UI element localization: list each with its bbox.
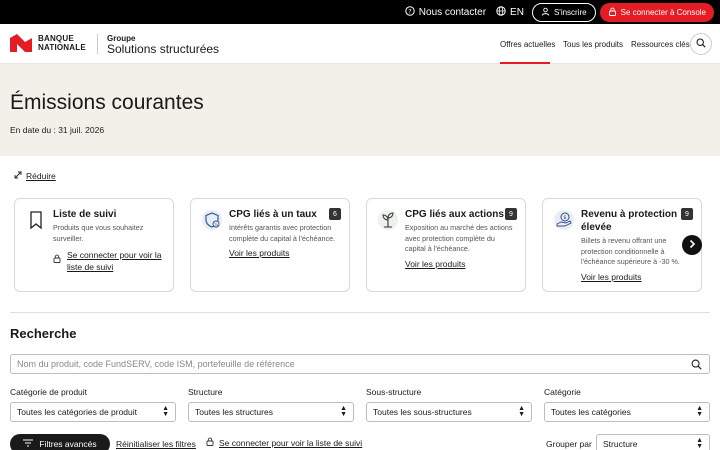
date-label: En date du : 31 juil. 2026	[10, 125, 105, 135]
globe-icon	[496, 5, 506, 19]
filter-sliders-icon	[23, 439, 34, 449]
filter-label-categorie: Catégorie	[544, 387, 581, 397]
group-title: Groupe Solutions structurées	[107, 34, 220, 56]
shield-icon: %	[201, 209, 223, 231]
advanced-filters-button[interactable]: Filtres avancés	[10, 434, 110, 450]
card-link-label: Se connecter pour voir la liste de suivi	[67, 250, 162, 272]
select-structure[interactable]: Toutes les structures ▲ ▼	[188, 402, 354, 422]
lock-icon	[53, 252, 61, 273]
card-description: Produits que vous souhaitez surveiller.	[53, 223, 144, 243]
sort-arrows-icon: ▲ ▼	[340, 405, 347, 418]
search-section-title: Recherche	[10, 326, 77, 341]
collapse-toggle[interactable]: Réduire	[14, 171, 56, 181]
sort-arrows-icon: ▲ ▼	[518, 405, 525, 418]
collapse-arrows-icon	[14, 171, 22, 181]
card-title: CPG liés aux actions	[405, 209, 504, 220]
watchlist-login-link[interactable]: Se connecter pour voir la liste de suivi	[206, 437, 362, 448]
select-value: Structure	[603, 439, 638, 449]
svg-text:$: $	[563, 215, 566, 221]
advanced-filters-label: Filtres avancés	[39, 439, 97, 449]
select-value: Toutes les catégories	[551, 407, 631, 417]
card-products-link[interactable]: Voir les produits	[581, 271, 641, 283]
watchlist-login-label: Se connecter pour voir la liste de suivi	[219, 437, 363, 448]
sort-arrows-icon: ▲ ▼	[696, 405, 703, 418]
select-categorie-produit[interactable]: Toutes les catégories de produit ▲ ▼	[10, 402, 176, 422]
filter-label-structure: Structure	[188, 387, 223, 397]
collapse-label: Réduire	[26, 171, 56, 181]
card-revenu-protection: $ Revenu à protection élevée 9 Billets à…	[542, 198, 702, 292]
signup-button[interactable]: S'inscrire	[531, 2, 596, 22]
search-placeholder: Nom du produit, code FundSERV, code ISM,…	[17, 359, 295, 369]
main-header: BANQUE NATIONALE Groupe Solutions struct…	[0, 24, 720, 64]
card-description: Exposition au marché des actions avec pr…	[405, 223, 513, 253]
product-count-badge: 9	[681, 208, 693, 220]
product-search-input[interactable]: Nom du produit, code FundSERV, code ISM,…	[10, 354, 710, 374]
select-value: Toutes les catégories de produit	[17, 407, 138, 417]
user-icon	[541, 7, 550, 18]
money-hand-icon: $	[553, 209, 575, 231]
card-products-link[interactable]: Voir les produits	[229, 247, 289, 259]
nav-tous-les-produits[interactable]: Tous les produits	[563, 24, 623, 64]
product-count-badge: 9	[505, 208, 517, 220]
login-button[interactable]: Se connecter à Console	[599, 2, 714, 22]
lock-icon	[608, 7, 617, 18]
contact-label: Nous contacter	[418, 6, 487, 18]
logo-text: BANQUE NATIONALE	[38, 34, 86, 52]
bank-logo[interactable]: BANQUE NATIONALE	[10, 34, 86, 52]
svg-text:%: %	[214, 222, 218, 227]
reset-filters-link[interactable]: Réinitialiser les filtres	[116, 439, 196, 449]
card-products-link[interactable]: Voir les produits	[405, 258, 465, 270]
card-cpg-actions: CPG liés aux actions 9 Exposition au mar…	[366, 198, 526, 292]
signup-label: S'inscrire	[553, 7, 587, 17]
logo-line2: NATIONALE	[38, 43, 86, 52]
contact-link[interactable]: ? Nous contacter	[405, 5, 487, 19]
nav-ressources-cles[interactable]: Ressources clés	[631, 24, 690, 64]
language-toggle[interactable]: EN	[496, 5, 524, 19]
language-label: EN	[510, 6, 524, 18]
page-title: Émissions courantes	[10, 91, 204, 114]
select-value: Toutes les sous-structures	[373, 407, 472, 417]
nav-offres-actuelles[interactable]: Offres actuelles	[500, 24, 555, 64]
chevron-right-icon	[687, 238, 697, 252]
select-sous-structure[interactable]: Toutes les sous-structures ▲ ▼	[366, 402, 532, 422]
search-icon	[696, 37, 706, 51]
card-description: Intérêts garantis avec protection complè…	[229, 223, 336, 243]
group-name: Solutions structurées	[107, 42, 220, 56]
carousel-next-button[interactable]	[682, 235, 702, 255]
card-login-link[interactable]: Se connecter pour voir la liste de suivi	[53, 249, 167, 273]
hero-banner: Émissions courantes En date du : 31 juil…	[0, 64, 720, 156]
card-title: Liste de suivi	[53, 209, 117, 220]
select-categorie[interactable]: Toutes les catégories ▲ ▼	[544, 402, 710, 422]
header-search-button[interactable]	[690, 33, 712, 55]
sort-arrows-icon: ▲ ▼	[162, 405, 169, 418]
logo-divider	[97, 34, 98, 54]
card-title: Revenu à protection élevée	[581, 209, 678, 233]
card-title: CPG liés à un taux	[229, 209, 317, 220]
card-watchlist: Liste de suivi Produits que vous souhait…	[14, 198, 174, 292]
filter-label-categorie-produit: Catégorie de produit	[10, 387, 88, 397]
logo-line1: BANQUE	[38, 34, 74, 43]
card-cpg-taux: % CPG liés à un taux 6 Intérêts garantis…	[190, 198, 350, 292]
svg-text:?: ?	[408, 7, 411, 15]
group-by-label: Grouper par	[546, 439, 592, 449]
search-icon[interactable]	[691, 359, 702, 372]
login-label: Se connecter à Console	[620, 7, 706, 17]
question-icon: ?	[405, 5, 415, 19]
lock-icon	[206, 437, 214, 448]
filter-label-sous-structure: Sous-structure	[366, 387, 422, 397]
card-description: Billets à revenu offrant une protection …	[581, 236, 680, 266]
sort-arrows-icon: ▲ ▼	[696, 437, 703, 450]
product-count-badge: 6	[329, 208, 341, 220]
select-value: Toutes les structures	[195, 407, 273, 417]
logo-mark-icon	[10, 34, 32, 52]
group-by-select[interactable]: Structure ▲ ▼	[596, 434, 710, 450]
section-divider	[10, 312, 710, 313]
bookmark-icon	[25, 209, 47, 231]
plant-icon	[377, 209, 399, 231]
top-bar: ? Nous contacter EN S'inscrire Se connec…	[0, 0, 720, 24]
